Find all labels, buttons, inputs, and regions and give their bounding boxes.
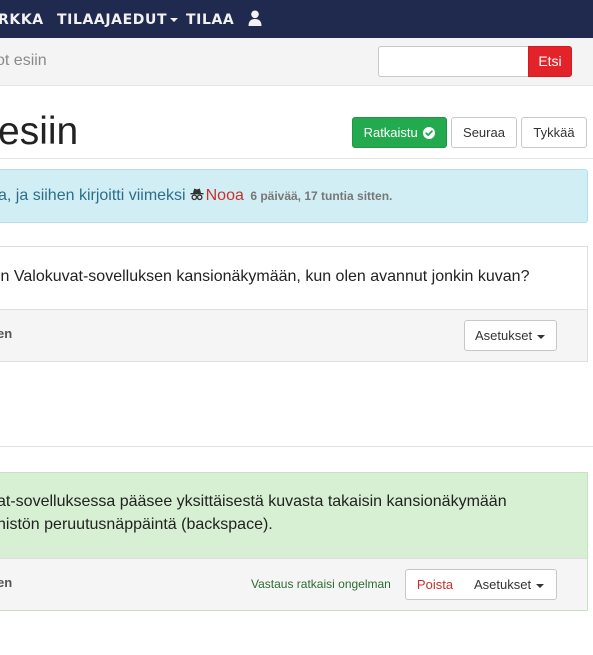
follow-button[interactable]: Seuraa: [451, 117, 517, 148]
check-circle-icon: [423, 126, 436, 139]
solved-note: Vastaus ratkaisi ongelman: [251, 577, 391, 591]
solved-label: Ratkaistu: [363, 125, 418, 140]
incognito-icon: [190, 188, 204, 201]
title-divider: [0, 158, 593, 159]
accepted-answer-card: at-sovelluksessa pääsee yksittäisestä ku…: [0, 472, 588, 611]
post-card: in Valokuvat-sovelluksen kansionäkymään,…: [0, 246, 588, 362]
last-post-text: a, ja siihen kirjoitti viimeksi Nooa 6 p…: [0, 187, 392, 205]
last-post-info: a, ja siihen kirjoitti viimeksi Nooa 6 p…: [0, 169, 588, 223]
settings-label: Asetukset: [475, 328, 533, 343]
nav-item-label: TILAAJAEDUT: [57, 12, 168, 28]
caret-down-icon: [170, 18, 179, 22]
nav-item-partial[interactable]: RKKA: [0, 12, 44, 28]
post-author-fragment: en: [0, 326, 13, 341]
post-author-fragment: en: [0, 575, 13, 590]
caret-down-icon: [537, 334, 546, 339]
delete-button[interactable]: Poista: [405, 569, 465, 600]
post-body: in Valokuvat-sovelluksen kansionäkymään,…: [0, 268, 530, 285]
post-footer: en Vastaus ratkaisi ongelman Poista Aset…: [0, 558, 587, 610]
settings-dropdown-button[interactable]: Asetukset: [464, 320, 557, 351]
search-button[interactable]: Etsi: [528, 46, 572, 77]
page-title: esiin: [0, 110, 79, 153]
post-body: at-sovelluksessa pääsee yksittäisestä ku…: [0, 490, 507, 536]
author-link[interactable]: Nooa: [206, 187, 244, 204]
settings-label: Asetukset: [474, 577, 532, 592]
time-ago: 6 päivää, 17 tuntia sitten.: [250, 189, 393, 203]
breadcrumb[interactable]: ot esiin: [0, 52, 47, 70]
caret-down-icon: [536, 583, 545, 588]
search-input[interactable]: [378, 46, 530, 77]
solved-button[interactable]: Ratkaistu: [352, 117, 447, 148]
like-button[interactable]: Tykkää: [521, 117, 587, 148]
nav-item-tilaa[interactable]: TILAA: [186, 12, 234, 28]
post-body-line: histön peruutusnäppäintä (backspace).: [0, 516, 273, 533]
search-bar: ot esiin Etsi: [0, 38, 593, 86]
section-divider: [0, 446, 593, 447]
nav-item-tilaajaedut[interactable]: TILAAJAEDUT: [57, 12, 179, 28]
top-navbar: RKKA TILAAJAEDUT TILAA: [0, 0, 593, 38]
settings-dropdown-button[interactable]: Asetukset: [464, 569, 557, 600]
user-icon[interactable]: [248, 10, 262, 26]
post-footer: en Asetukset: [0, 309, 587, 361]
last-post-prefix: a, ja siihen kirjoitti viimeksi: [0, 187, 186, 204]
post-body-line: at-sovelluksessa pääsee yksittäisestä ku…: [0, 493, 507, 510]
